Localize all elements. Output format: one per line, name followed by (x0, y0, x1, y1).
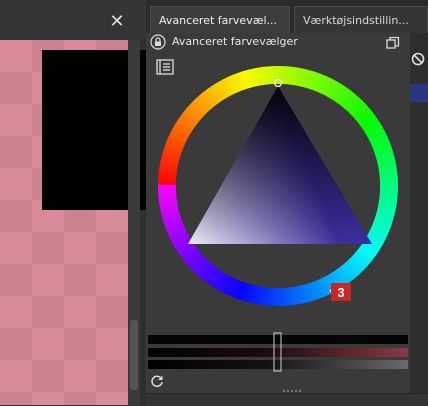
refresh-icon[interactable] (150, 374, 164, 388)
hue-slider[interactable] (148, 335, 408, 344)
hue-ring-segment[interactable] (158, 184, 177, 191)
canvas-scrollbar-thumb[interactable] (130, 320, 138, 390)
color-sliders[interactable] (146, 330, 410, 372)
value-slider[interactable] (148, 360, 408, 369)
canvas-close-icon[interactable]: ✕ (108, 13, 126, 31)
current-color-swatch[interactable] (410, 84, 428, 102)
docker-title: Avanceret farvevælger (172, 35, 298, 48)
no-entry-icon[interactable] (411, 52, 425, 66)
tab-advanced-color-selector[interactable]: Avanceret farvevæl... (150, 6, 290, 33)
lock-icon[interactable] (150, 34, 166, 50)
color-selector[interactable]: 3 (146, 58, 410, 330)
saturation-slider[interactable] (148, 348, 408, 357)
float-icon[interactable] (386, 36, 400, 50)
tab-tool-options[interactable]: Værktøjsindstillin... (294, 6, 428, 33)
resize-grip-icon[interactable] (282, 389, 302, 393)
bottom-docker-header (146, 393, 428, 406)
marker-badge-label: 3 (337, 285, 344, 300)
